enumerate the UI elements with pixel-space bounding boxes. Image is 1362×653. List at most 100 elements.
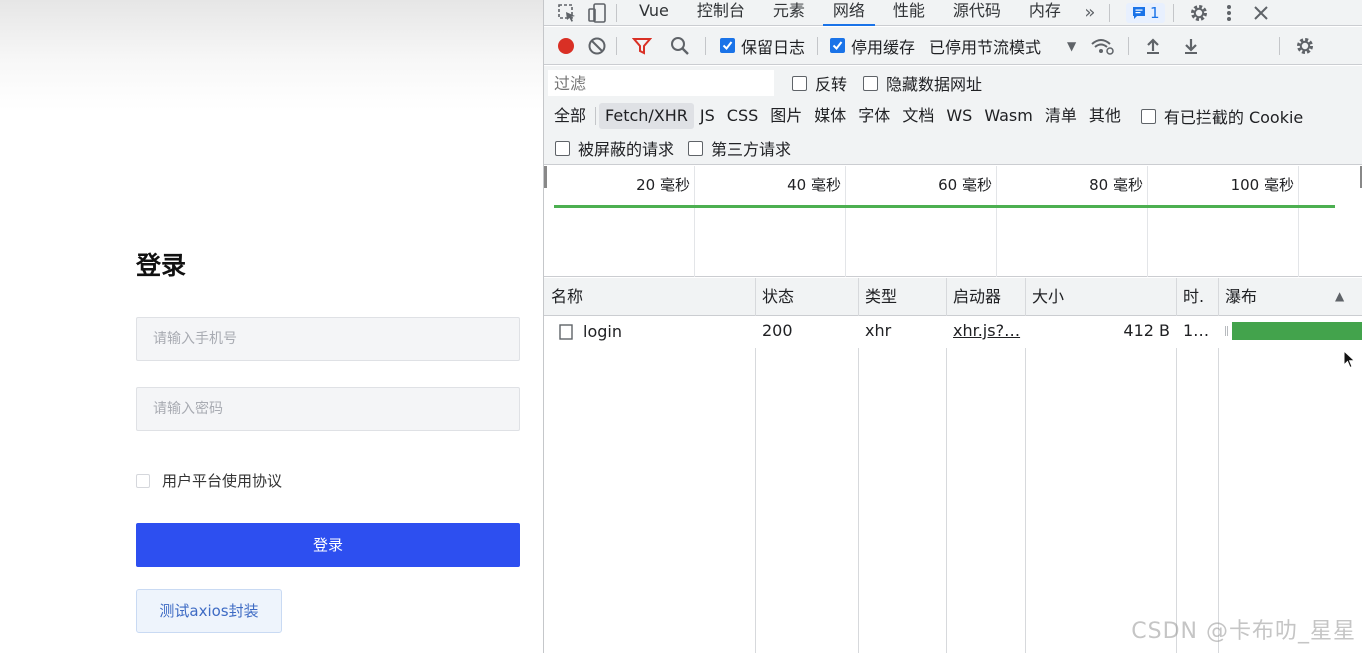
- tabbar-separator-2: [1108, 3, 1110, 22]
- devtools-panel: Vue 控制台 元素 网络 性能 源代码 内存 » 1 保留日志 停用缓存 已停…: [543, 0, 1362, 653]
- type-filter-fetch-xhr[interactable]: Fetch/XHR: [599, 103, 694, 129]
- invert-label[interactable]: 反转: [815, 71, 847, 95]
- record-icon[interactable]: [556, 36, 576, 56]
- column-header-status[interactable]: 状态: [755, 278, 858, 316]
- blocked-cookies-label[interactable]: 有已拦截的 Cookie: [1164, 104, 1303, 128]
- tab-elements[interactable]: 元素: [759, 0, 819, 26]
- tab-vue[interactable]: Vue: [625, 0, 683, 26]
- network-conditions-wifi-icon[interactable]: [1090, 35, 1115, 57]
- waterfall-bar[interactable]: [1232, 322, 1362, 340]
- type-filter-ws[interactable]: WS: [940, 103, 978, 129]
- overview-left-handle[interactable]: [544, 166, 547, 188]
- export-har-icon[interactable]: [1181, 35, 1201, 57]
- overview-tick-label: 60 毫秒: [938, 176, 992, 194]
- tab-console[interactable]: 控制台: [683, 0, 759, 26]
- settings-gear-icon[interactable]: [1188, 2, 1210, 24]
- column-header-size[interactable]: 大小: [1025, 278, 1176, 316]
- disable-cache-checkbox[interactable]: [830, 38, 846, 53]
- search-icon[interactable]: [669, 35, 691, 57]
- devtools-tabbar: Vue 控制台 元素 网络 性能 源代码 内存 » 1: [544, 0, 1362, 26]
- overview-gridline: [996, 166, 997, 277]
- hide-data-urls-label[interactable]: 隐藏数据网址: [886, 71, 982, 95]
- login-button[interactable]: 登录: [136, 523, 520, 567]
- tabbar-separator-3: [1173, 3, 1175, 22]
- throttling-dropdown-arrow-icon[interactable]: ▼: [1067, 39, 1076, 53]
- blocked-requests-label[interactable]: 被屏蔽的请求: [578, 136, 674, 160]
- network-settings-gear-icon[interactable]: [1294, 35, 1316, 57]
- filter-input[interactable]: [548, 70, 774, 96]
- toolbar-separator-1: [616, 36, 617, 55]
- clear-icon[interactable]: [586, 35, 608, 57]
- inspect-element-icon[interactable]: [556, 2, 578, 24]
- type-filter-media[interactable]: 媒体: [808, 103, 852, 129]
- tabbar-separator: [616, 3, 617, 22]
- request-table-header: 名称 状态 类型 启动器 大小 时. 瀑布 ▲: [544, 278, 1362, 316]
- preserve-log-label[interactable]: 保留日志: [741, 34, 805, 58]
- request-size: 412 B: [1123, 321, 1170, 340]
- disable-cache-label[interactable]: 停用缓存: [851, 34, 915, 58]
- request-initiator-link[interactable]: xhr.js?…: [946, 316, 1025, 348]
- network-toolbar: 保留日志 停用缓存 已停用节流模式 ▼: [544, 27, 1362, 65]
- watermark: CSDN @卡布叻_星星: [1131, 619, 1356, 644]
- overview-gridline: [1147, 166, 1148, 277]
- tab-network[interactable]: 网络: [819, 0, 879, 26]
- network-overview[interactable]: 20 毫秒 40 毫秒 60 毫秒 80 毫秒 100 毫秒: [544, 166, 1362, 277]
- type-filter-doc[interactable]: 文档: [896, 103, 940, 129]
- issues-count: 1: [1149, 3, 1160, 22]
- throttling-select[interactable]: 已停用节流模式: [929, 34, 1041, 58]
- toolbar-separator-5: [1279, 36, 1281, 55]
- toolbar-separator-4: [1128, 36, 1130, 55]
- type-filter-js[interactable]: JS: [694, 103, 721, 129]
- waterfall-queue-tick: [1225, 326, 1228, 336]
- test-axios-button[interactable]: 测试axios封装: [136, 589, 282, 633]
- tab-performance[interactable]: 性能: [879, 0, 939, 26]
- third-party-label[interactable]: 第三方请求: [711, 136, 791, 160]
- column-header-time[interactable]: 时.: [1176, 278, 1218, 316]
- blocked-requests-row: 被屏蔽的请求 第三方请求: [544, 132, 1362, 165]
- resource-type-filter-row: 全部 Fetch/XHR JS CSS 图片 媒体 字体 文档 WS Wasm …: [544, 100, 1362, 132]
- more-options-icon[interactable]: [1224, 2, 1234, 24]
- agreement-checkbox[interactable]: [136, 473, 150, 488]
- column-header-initiator[interactable]: 启动器: [946, 278, 1025, 316]
- device-toolbar-icon[interactable]: [586, 2, 608, 24]
- tab-sources[interactable]: 源代码: [939, 0, 1015, 26]
- sort-ascending-icon: ▲: [1335, 289, 1345, 303]
- agreement-label: 用户平台使用协议: [162, 472, 283, 490]
- toolbar-separator-2: [705, 36, 706, 55]
- type-filter-css[interactable]: CSS: [721, 103, 764, 129]
- overview-tick-label: 80 毫秒: [1089, 176, 1143, 194]
- overview-request-bar: [554, 205, 1335, 208]
- type-filter-font[interactable]: 字体: [852, 103, 896, 129]
- request-name: login: [583, 322, 622, 341]
- type-filter-manifest[interactable]: 清单: [1039, 103, 1083, 129]
- request-time: 1…: [1183, 321, 1210, 340]
- type-filter-wasm[interactable]: Wasm: [978, 103, 1039, 129]
- issues-badge[interactable]: 1: [1125, 2, 1166, 23]
- request-name-cell[interactable]: login: [550, 316, 755, 348]
- phone-input[interactable]: [136, 317, 520, 361]
- import-har-icon[interactable]: [1143, 35, 1163, 57]
- blocked-cookies-checkbox[interactable]: [1140, 108, 1156, 124]
- blocked-requests-checkbox[interactable]: [555, 140, 570, 156]
- overview-tick-label: 40 毫秒: [787, 176, 841, 194]
- invert-checkbox[interactable]: [792, 75, 807, 91]
- overview-gridline: [1298, 166, 1299, 277]
- preserve-log-checkbox[interactable]: [720, 38, 735, 53]
- type-filter-other[interactable]: 其他: [1083, 103, 1127, 129]
- mouse-cursor-icon: [1343, 350, 1356, 369]
- hide-data-urls-checkbox[interactable]: [863, 75, 879, 91]
- type-filter-img[interactable]: 图片: [764, 103, 808, 129]
- type-filter-all[interactable]: 全部: [548, 103, 592, 129]
- type-separator: [595, 107, 597, 125]
- column-header-name[interactable]: 名称: [544, 278, 755, 316]
- password-input[interactable]: [136, 387, 520, 431]
- third-party-checkbox[interactable]: [688, 140, 704, 156]
- request-status: 200: [762, 321, 793, 340]
- more-tabs-icon[interactable]: »: [1079, 2, 1101, 23]
- tab-memory[interactable]: 内存: [1015, 0, 1075, 26]
- column-header-type[interactable]: 类型: [858, 278, 946, 316]
- filter-funnel-icon[interactable]: [631, 35, 653, 57]
- message-icon: [1132, 6, 1145, 19]
- close-devtools-icon[interactable]: [1252, 2, 1270, 24]
- login-title: 登录: [136, 251, 187, 280]
